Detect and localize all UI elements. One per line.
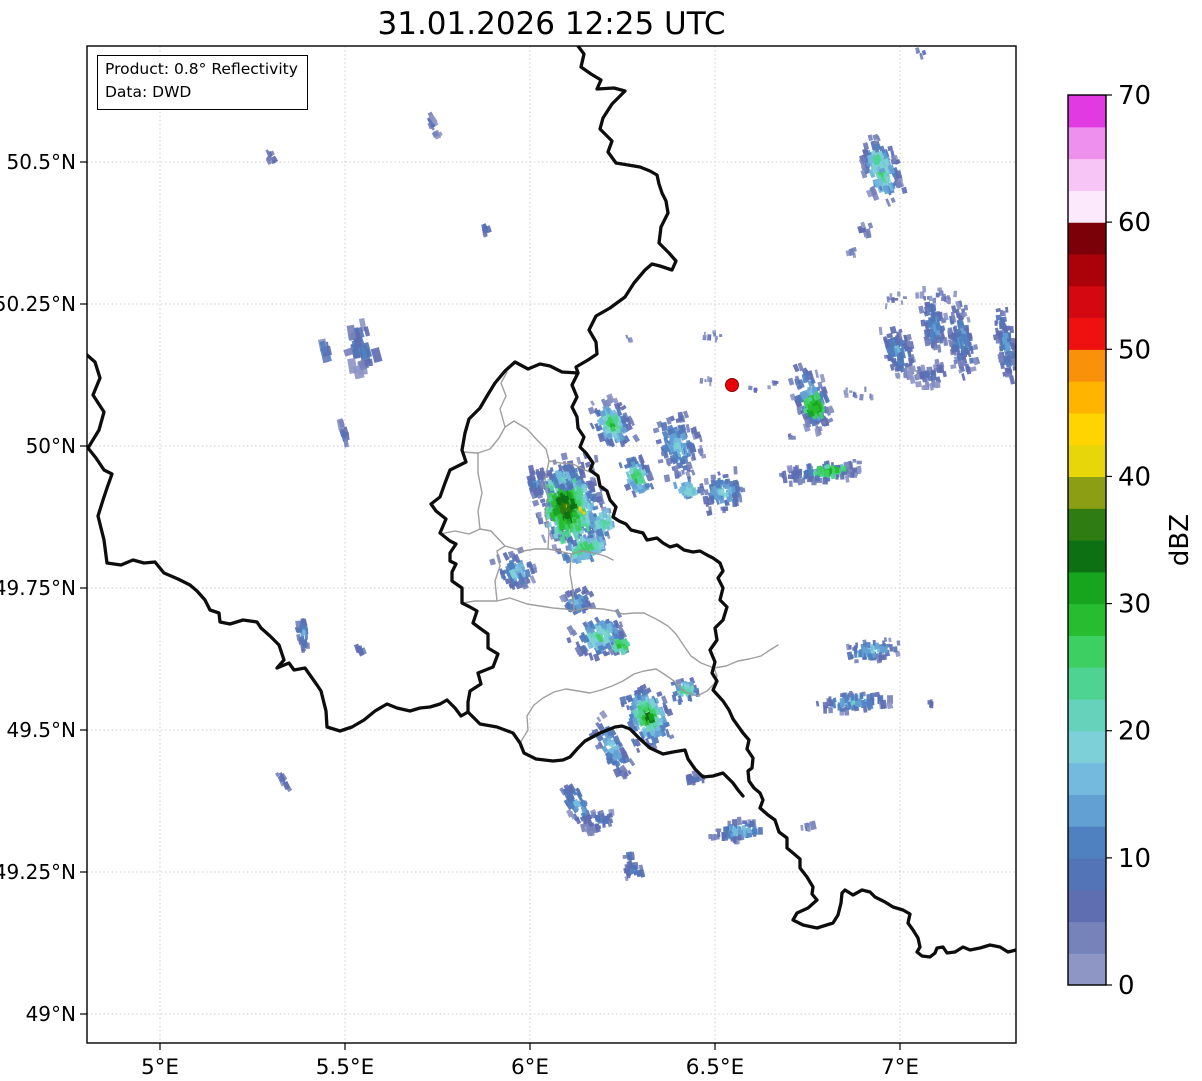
radar-map-figure: 31.01.2026 12:25 UTC 5°E 5.5°E 6°E 6.5°E 7°E… [0, 0, 1202, 1081]
colorbar-label: dBZ [1165, 514, 1195, 566]
colorbar-tick-label: 0 [1118, 971, 1135, 1001]
data-source-line: Data: DWD [105, 83, 192, 102]
product-line: Product: 0.8° Reflectivity [105, 60, 298, 78]
axis-tick-marks [80, 161, 901, 1050]
colorbar: 0 10 20 30 40 50 60 70 [1067, 81, 1151, 1001]
colorbar-tick-label: 20 [1118, 717, 1151, 747]
x-tick-label: 5°E [141, 1055, 179, 1080]
colorbar-tick-label: 70 [1118, 81, 1151, 111]
colorbar-tick-label: 30 [1118, 590, 1151, 620]
colorbar-tick-label: 50 [1118, 335, 1151, 365]
colorbar-tick-label: 40 [1118, 462, 1151, 492]
x-tick-label: 6.5°E [686, 1055, 745, 1080]
y-tick-label: 49°N [26, 1002, 76, 1026]
radar-site-marker [725, 378, 739, 392]
y-tick-label: 50.5°N [7, 150, 77, 174]
y-tick-label: 49.75°N [0, 576, 76, 600]
colorbar-tick-label: 10 [1118, 844, 1151, 874]
x-tick-label: 7°E [881, 1055, 919, 1080]
y-tick-label: 49.25°N [0, 860, 76, 884]
x-tick-label: 6°E [511, 1055, 549, 1080]
axis-tick-labels: 5°E 5.5°E 6°E 6.5°E 7°E 50.5°N 50.25°N 50°N 49.7… [0, 150, 919, 1080]
colorbar-tick-label: 60 [1118, 208, 1151, 238]
y-tick-label: 50°N [26, 434, 76, 458]
y-tick-label: 50.25°N [0, 292, 76, 316]
x-tick-label: 5.5°E [316, 1055, 375, 1080]
y-tick-label: 49.5°N [7, 718, 77, 742]
map-plot-area: 5°E 5.5°E 6°E 6.5°E 7°E 50.5°N 50.25°N 50°N 49.7… [0, 45, 1195, 1080]
product-info-box: Product: 0.8° Reflectivity Data: DWD [97, 55, 308, 110]
reflectivity-echoes [265, 47, 1016, 882]
